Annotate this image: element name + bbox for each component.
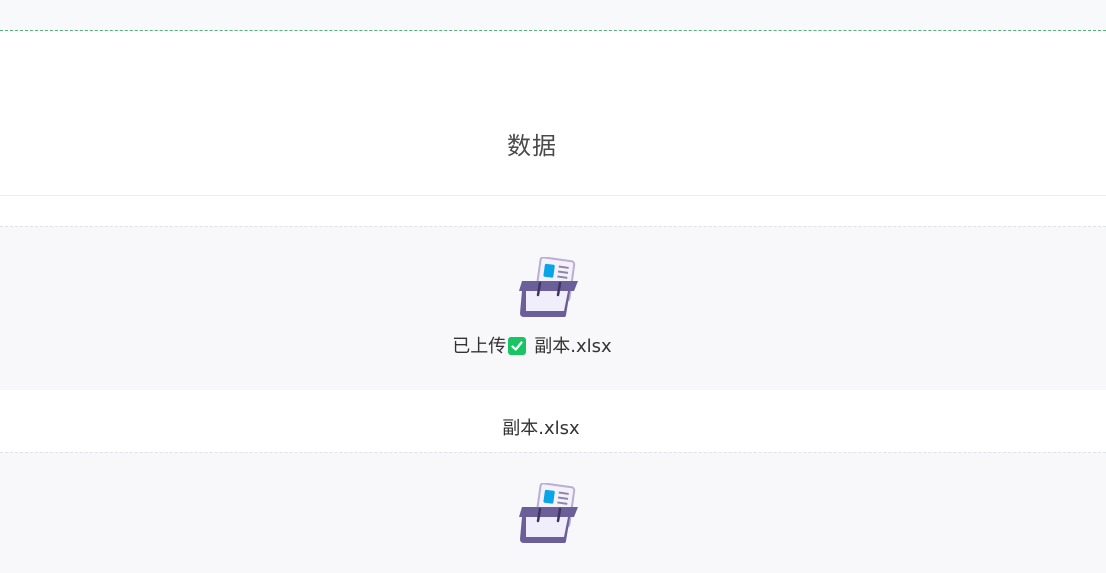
top-bar: [0, 0, 1106, 31]
file-list-item[interactable]: 副本.xlsx: [0, 390, 1106, 452]
file-upload-tray-icon: [516, 256, 582, 321]
file-name: 副本.xlsx: [502, 418, 580, 439]
file-upload-tray-icon: [516, 482, 582, 547]
upload-status: 已上传 副本.xlsx: [0, 335, 1064, 359]
page-title: 数据: [507, 132, 557, 160]
file-upload-area-2[interactable]: [0, 452, 1106, 573]
spacer: [0, 196, 1106, 226]
uploaded-filename: 副本.xlsx: [534, 336, 612, 357]
upload-status-label: 已上传: [452, 336, 507, 357]
check-icon: [508, 337, 527, 355]
title-section: [0, 31, 1106, 196]
file-upload-area[interactable]: 已上传 副本.xlsx: [0, 226, 1106, 391]
